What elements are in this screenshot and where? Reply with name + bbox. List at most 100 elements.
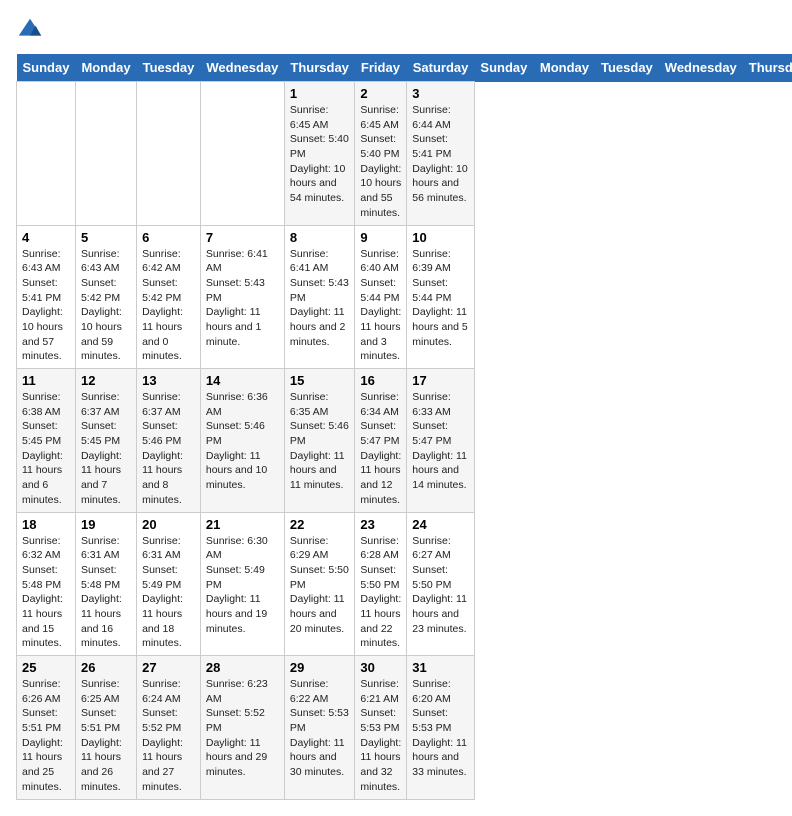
day-info: Sunrise: 6:31 AM Sunset: 5:49 PM Dayligh… — [142, 534, 195, 652]
header-monday: Monday — [75, 54, 136, 82]
day-number: 31 — [412, 660, 469, 675]
calendar-week-1: 1 Sunrise: 6:45 AM Sunset: 5:40 PM Daylig… — [17, 82, 792, 226]
calendar-cell: 1 Sunrise: 6:45 AM Sunset: 5:40 PM Daylig… — [284, 82, 355, 226]
day-number: 28 — [206, 660, 279, 675]
day-number: 4 — [22, 230, 70, 245]
day-info: Sunrise: 6:30 AM Sunset: 5:49 PM Dayligh… — [206, 534, 279, 637]
calendar-week-3: 11Sunrise: 6:38 AM Sunset: 5:45 PM Dayli… — [17, 369, 792, 513]
calendar-cell: 17Sunrise: 6:33 AM Sunset: 5:47 PM Dayli… — [407, 369, 475, 513]
calendar-cell — [17, 82, 76, 226]
calendar-cell: 4 Sunrise: 6:43 AM Sunset: 5:41 PM Daylig… — [17, 225, 76, 369]
calendar-cell: 6 Sunrise: 6:42 AM Sunset: 5:42 PM Daylig… — [137, 225, 201, 369]
calendar-cell: 7 Sunrise: 6:41 AM Sunset: 5:43 PM Daylig… — [200, 225, 284, 369]
day-number: 16 — [360, 373, 401, 388]
calendar-cell: 10 Sunrise: 6:39 AM Sunset: 5:44 PM Dayli… — [407, 225, 475, 369]
day-number: 22 — [290, 517, 350, 532]
day-number: 12 — [81, 373, 131, 388]
day-info: Sunrise: 6:45 AM Sunset: 5:40 PM Dayligh… — [290, 103, 350, 206]
calendar-cell: 31 Sunrise: 6:20 AM Sunset: 5:53 PM Dayli… — [407, 656, 475, 800]
calendar-cell: 16 Sunrise: 6:34 AM Sunset: 5:47 PM Dayli… — [355, 369, 407, 513]
day-number: 27 — [142, 660, 195, 675]
calendar-cell: 30 Sunrise: 6:21 AM Sunset: 5:53 PM Dayli… — [355, 656, 407, 800]
day-info: Sunrise: 6:39 AM Sunset: 5:44 PM Dayligh… — [412, 247, 469, 350]
day-info: Sunrise: 6:36 AM Sunset: 5:46 PM Dayligh… — [206, 390, 279, 493]
day-info: Sunrise: 6:43 AM Sunset: 5:42 PM Dayligh… — [81, 247, 131, 365]
calendar-week-2: 4 Sunrise: 6:43 AM Sunset: 5:41 PM Daylig… — [17, 225, 792, 369]
day-info: Sunrise: 6:45 AM Sunset: 5:40 PM Dayligh… — [360, 103, 401, 221]
calendar-cell: 18 Sunrise: 6:32 AM Sunset: 5:48 PM Dayli… — [17, 512, 76, 656]
calendar-cell: 23 Sunrise: 6:28 AM Sunset: 5:50 PM Dayli… — [355, 512, 407, 656]
page-header — [16, 16, 776, 44]
calendar-cell: 24 Sunrise: 6:27 AM Sunset: 5:50 PM Dayli… — [407, 512, 475, 656]
calendar-cell: 9 Sunrise: 6:40 AM Sunset: 5:44 PM Daylig… — [355, 225, 407, 369]
day-number: 25 — [22, 660, 70, 675]
day-number: 20 — [142, 517, 195, 532]
calendar-cell: 12 Sunrise: 6:37 AM Sunset: 5:45 PM Dayli… — [75, 369, 136, 513]
day-number: 10 — [412, 230, 469, 245]
calendar-cell: 25 Sunrise: 6:26 AM Sunset: 5:51 PM Dayli… — [17, 656, 76, 800]
header-thursday: Thursday — [284, 54, 355, 82]
day-info: Sunrise: 6:21 AM Sunset: 5:53 PM Dayligh… — [360, 677, 401, 795]
calendar-cell: 11Sunrise: 6:38 AM Sunset: 5:45 PM Dayli… — [17, 369, 76, 513]
day-info: Sunrise: 6:41 AM Sunset: 5:43 PM Dayligh… — [290, 247, 350, 350]
calendar-cell: 22Sunrise: 6:29 AM Sunset: 5:50 PM Dayli… — [284, 512, 355, 656]
day-info: Sunrise: 6:35 AM Sunset: 5:46 PM Dayligh… — [290, 390, 350, 493]
calendar-cell: 13Sunrise: 6:37 AM Sunset: 5:46 PM Dayli… — [137, 369, 201, 513]
day-number: 7 — [206, 230, 279, 245]
calendar-cell: 19Sunrise: 6:31 AM Sunset: 5:48 PM Dayli… — [75, 512, 136, 656]
day-info: Sunrise: 6:27 AM Sunset: 5:50 PM Dayligh… — [412, 534, 469, 637]
calendar-cell: 14 Sunrise: 6:36 AM Sunset: 5:46 PM Dayli… — [200, 369, 284, 513]
day-info: Sunrise: 6:37 AM Sunset: 5:45 PM Dayligh… — [81, 390, 131, 508]
day-number: 1 — [290, 86, 350, 101]
day-number: 30 — [360, 660, 401, 675]
header-day-monday: Monday — [534, 54, 595, 82]
day-number: 26 — [81, 660, 131, 675]
day-number: 19 — [81, 517, 131, 532]
day-info: Sunrise: 6:42 AM Sunset: 5:42 PM Dayligh… — [142, 247, 195, 365]
day-info: Sunrise: 6:40 AM Sunset: 5:44 PM Dayligh… — [360, 247, 401, 365]
day-number: 11 — [22, 373, 70, 388]
day-number: 9 — [360, 230, 401, 245]
header-day-thursday: Thursday — [743, 54, 792, 82]
header-day-tuesday: Tuesday — [595, 54, 659, 82]
calendar-cell: 20 Sunrise: 6:31 AM Sunset: 5:49 PM Dayli… — [137, 512, 201, 656]
day-info: Sunrise: 6:34 AM Sunset: 5:47 PM Dayligh… — [360, 390, 401, 508]
day-number: 29 — [290, 660, 350, 675]
day-number: 23 — [360, 517, 401, 532]
day-number: 5 — [81, 230, 131, 245]
calendar-table: SundayMondayTuesdayWednesdayThursdayFrid… — [16, 54, 792, 800]
calendar-cell — [200, 82, 284, 226]
day-info: Sunrise: 6:28 AM Sunset: 5:50 PM Dayligh… — [360, 534, 401, 652]
calendar-cell — [137, 82, 201, 226]
day-number: 24 — [412, 517, 469, 532]
calendar-cell: 21 Sunrise: 6:30 AM Sunset: 5:49 PM Dayli… — [200, 512, 284, 656]
day-info: Sunrise: 6:26 AM Sunset: 5:51 PM Dayligh… — [22, 677, 70, 795]
day-info: Sunrise: 6:37 AM Sunset: 5:46 PM Dayligh… — [142, 390, 195, 508]
calendar-cell: 3Sunrise: 6:44 AM Sunset: 5:41 PM Daylig… — [407, 82, 475, 226]
day-number: 21 — [206, 517, 279, 532]
day-number: 6 — [142, 230, 195, 245]
day-number: 18 — [22, 517, 70, 532]
day-number: 14 — [206, 373, 279, 388]
calendar-cell: 15Sunrise: 6:35 AM Sunset: 5:46 PM Dayli… — [284, 369, 355, 513]
logo-icon — [16, 16, 44, 44]
calendar-cell: 28 Sunrise: 6:23 AM Sunset: 5:52 PM Dayli… — [200, 656, 284, 800]
calendar-cell: 26Sunrise: 6:25 AM Sunset: 5:51 PM Dayli… — [75, 656, 136, 800]
calendar-cell: 8Sunrise: 6:41 AM Sunset: 5:43 PM Daylig… — [284, 225, 355, 369]
header-tuesday: Tuesday — [137, 54, 201, 82]
day-info: Sunrise: 6:23 AM Sunset: 5:52 PM Dayligh… — [206, 677, 279, 780]
day-number: 2 — [360, 86, 401, 101]
header-day-sunday: Sunday — [474, 54, 533, 82]
day-number: 3 — [412, 86, 469, 101]
calendar-cell: 29Sunrise: 6:22 AM Sunset: 5:53 PM Dayli… — [284, 656, 355, 800]
calendar-week-5: 25 Sunrise: 6:26 AM Sunset: 5:51 PM Dayli… — [17, 656, 792, 800]
day-info: Sunrise: 6:20 AM Sunset: 5:53 PM Dayligh… — [412, 677, 469, 780]
header-wednesday: Wednesday — [200, 54, 284, 82]
calendar-cell: 2 Sunrise: 6:45 AM Sunset: 5:40 PM Daylig… — [355, 82, 407, 226]
day-info: Sunrise: 6:32 AM Sunset: 5:48 PM Dayligh… — [22, 534, 70, 652]
day-info: Sunrise: 6:41 AM Sunset: 5:43 PM Dayligh… — [206, 247, 279, 350]
day-info: Sunrise: 6:43 AM Sunset: 5:41 PM Dayligh… — [22, 247, 70, 365]
header-day-wednesday: Wednesday — [659, 54, 743, 82]
header-friday: Friday — [355, 54, 407, 82]
header-saturday: Saturday — [407, 54, 475, 82]
